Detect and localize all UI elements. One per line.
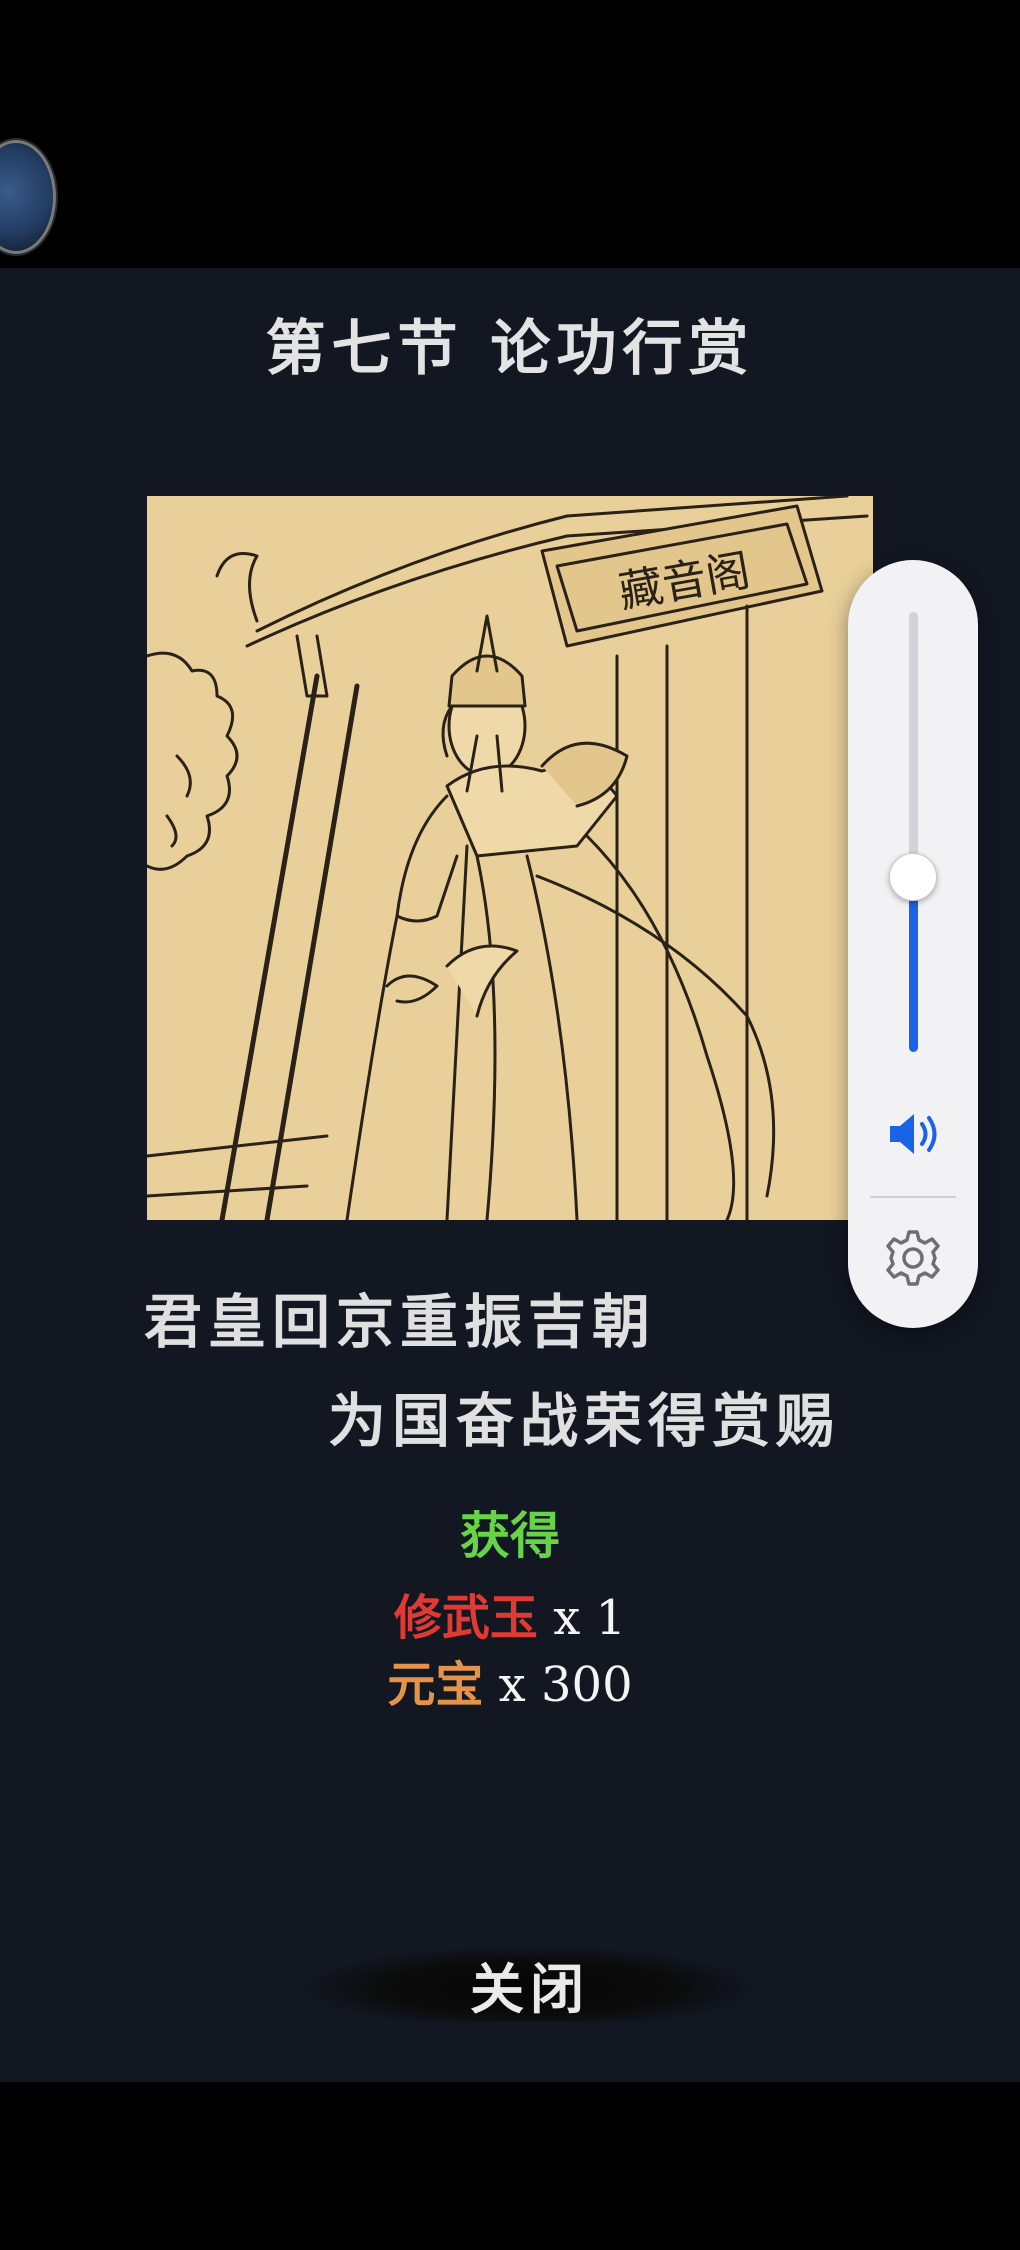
reward-row: 修武玉 x 1 [0, 1578, 1020, 1648]
volume-panel [848, 560, 978, 1328]
gear-icon[interactable] [883, 1228, 943, 1288]
poem-line-1: 君皇回京重振吉朝 [144, 1288, 657, 1356]
speaker-icon[interactable] [884, 1108, 944, 1160]
reward-item-quantity: x 1 [553, 1590, 627, 1646]
chapter-title: 第七节 论功行赏 [265, 314, 755, 384]
story-illustration: 藏音阁 [147, 496, 873, 1220]
volume-slider-fill [909, 876, 918, 1052]
reward-heading: 获得 [460, 1506, 560, 1565]
volume-slider[interactable] [909, 612, 918, 1052]
close-button[interactable]: 关闭 [305, 1946, 755, 2022]
reward-item-name: 修武玉 [393, 1590, 538, 1646]
volume-panel-divider [870, 1196, 956, 1198]
poem-line-2: 为国奋战荣得赏赐 [328, 1387, 841, 1455]
reward-row: 元宝 x 300 [0, 1645, 1020, 1715]
top-bar [0, 0, 1020, 268]
reward-item-name: 元宝 [387, 1657, 484, 1713]
volume-slider-knob[interactable] [889, 853, 937, 901]
bottom-bar [0, 2082, 1020, 2250]
reward-item-quantity: x 300 [498, 1657, 633, 1713]
